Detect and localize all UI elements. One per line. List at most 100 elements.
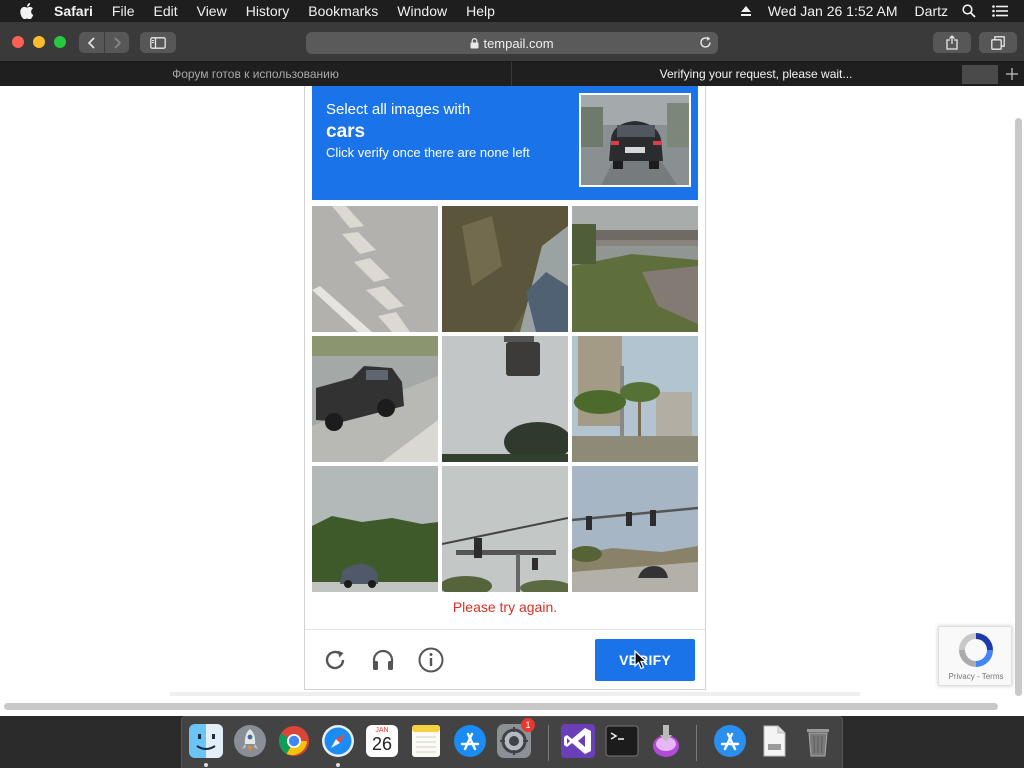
divider	[170, 692, 860, 696]
dock-app-store-downloads[interactable]	[712, 723, 748, 759]
error-message: Please try again.	[452, 599, 558, 615]
chrome-icon	[278, 726, 309, 756]
spotlight-search-icon[interactable]	[962, 4, 976, 18]
dock-visual-studio[interactable]	[560, 723, 596, 759]
lock-icon	[470, 37, 479, 49]
menu-history[interactable]: History	[246, 3, 290, 19]
reload-page-icon[interactable]	[699, 36, 712, 49]
tab-bar: Форум готов к использованию Verifying yo…	[0, 62, 1024, 86]
page-content: Select all images with cars Click verify…	[0, 86, 1024, 716]
trash-icon	[807, 729, 829, 757]
challenge-instructions: Click verify once there are none left	[326, 145, 530, 160]
menu-bookmarks[interactable]: Bookmarks	[308, 3, 378, 19]
menu-window[interactable]: Window	[397, 3, 447, 19]
captcha-challenge: Select all images with cars Click verify…	[304, 86, 706, 690]
eject-icon[interactable]	[740, 5, 752, 17]
dock-terminal[interactable]	[604, 723, 640, 759]
history-nav	[79, 32, 129, 53]
tile-buildings-palms[interactable]	[572, 336, 698, 462]
menu-bar: Safari File Edit View History Bookmarks …	[0, 0, 1024, 22]
window-close-button[interactable]	[12, 36, 24, 48]
app-store-icon	[454, 725, 486, 757]
tile-intersection-car[interactable]	[572, 466, 698, 592]
notification-badge: 1	[521, 718, 535, 732]
tab-placeholder[interactable]	[962, 65, 998, 84]
terminal-icon	[605, 725, 639, 757]
menu-file[interactable]: File	[112, 3, 135, 19]
recaptcha-privacy-terms[interactable]: Privacy - Terms	[939, 672, 1013, 681]
challenge-keyword: cars	[326, 121, 366, 142]
menubar-clock[interactable]: Wed Jan 26 1:52 AM	[768, 3, 898, 19]
share-icon	[946, 35, 958, 50]
window-fullscreen-button[interactable]	[54, 36, 66, 48]
dock-documents[interactable]	[756, 723, 792, 759]
forward-button[interactable]	[104, 32, 129, 53]
back-button[interactable]	[79, 32, 104, 53]
challenge-header: Select all images with cars Click verify…	[312, 86, 698, 200]
installer-icon	[653, 725, 679, 757]
app-store-icon	[714, 725, 746, 757]
sample-image	[579, 93, 691, 187]
tab-verifying[interactable]: Verifying your request, please wait...	[512, 62, 1000, 86]
finder-icon	[189, 724, 223, 758]
horizontal-scrollbar[interactable]	[4, 703, 998, 710]
tab-forum[interactable]: Форум готов к использованию	[0, 62, 512, 86]
menu-edit[interactable]: Edit	[153, 3, 177, 19]
notification-center-icon[interactable]	[992, 5, 1008, 17]
tab-overview-button[interactable]	[979, 32, 1017, 53]
tile-trees-with-car[interactable]	[312, 466, 438, 592]
window-minimize-button[interactable]	[33, 36, 45, 48]
calendar-day: 26	[371, 734, 393, 754]
share-button[interactable]	[933, 32, 971, 53]
notes-icon	[412, 725, 440, 757]
tile-tree-trunk[interactable]	[442, 206, 568, 332]
dock-finder[interactable]	[188, 723, 224, 759]
tile-traffic-light-sky[interactable]	[442, 336, 568, 462]
image-grid	[312, 206, 698, 592]
recaptcha-badge[interactable]: Privacy - Terms	[938, 626, 1012, 686]
new-tab-button[interactable]	[1000, 62, 1024, 86]
chevron-right-icon	[114, 36, 122, 49]
menu-view[interactable]: View	[197, 3, 227, 19]
dock-notes[interactable]	[408, 723, 444, 759]
address-bar[interactable]: tempail.com	[306, 32, 718, 54]
menu-safari[interactable]: Safari	[54, 3, 93, 19]
audio-challenge-headphones-icon[interactable]	[369, 646, 397, 674]
mouse-pointer-icon	[634, 650, 648, 670]
dock-safari[interactable]	[320, 723, 356, 759]
running-indicator	[204, 763, 208, 767]
tile-pickup-truck[interactable]	[312, 336, 438, 462]
help-info-icon[interactable]	[417, 646, 445, 674]
tile-traffic-signal-pole[interactable]	[442, 466, 568, 592]
dock-trash[interactable]	[800, 723, 836, 759]
menubar-user[interactable]: Dartz	[915, 3, 948, 19]
challenge-prompt: Select all images with	[326, 101, 471, 118]
tile-overpass-grass[interactable]	[572, 206, 698, 332]
tile-crosswalk-stripes[interactable]	[312, 206, 438, 332]
running-indicator	[336, 763, 340, 767]
sidebar-toggle-button[interactable]	[140, 32, 176, 53]
address-url: tempail.com	[483, 35, 554, 51]
chevron-left-icon	[87, 36, 95, 49]
recaptcha-logo-icon	[957, 633, 995, 672]
dock-launchpad[interactable]	[232, 723, 268, 759]
menu-help[interactable]: Help	[466, 3, 495, 19]
dock: JAN 26 1	[181, 716, 843, 768]
dock-installer[interactable]	[648, 723, 684, 759]
vertical-scrollbar[interactable]	[1015, 118, 1022, 696]
sidebar-icon	[150, 36, 166, 49]
plus-icon	[1006, 68, 1018, 80]
browser-toolbar: tempail.com	[0, 22, 1024, 62]
apple-menu-icon[interactable]	[20, 2, 36, 20]
new-challenge-reload-icon[interactable]	[321, 646, 349, 674]
dock-calendar[interactable]: JAN 26	[364, 723, 400, 759]
document-icon	[763, 725, 786, 757]
dock-app-store[interactable]	[452, 723, 488, 759]
calendar-month: JAN	[375, 727, 389, 734]
dock-separator	[548, 725, 549, 761]
tab-overview-icon	[991, 35, 1005, 50]
launchpad-rocket-icon	[234, 725, 266, 757]
tab-title: Verifying your request, please wait...	[659, 67, 853, 81]
dock-system-preferences[interactable]: 1	[496, 718, 535, 759]
dock-chrome[interactable]	[276, 723, 312, 759]
